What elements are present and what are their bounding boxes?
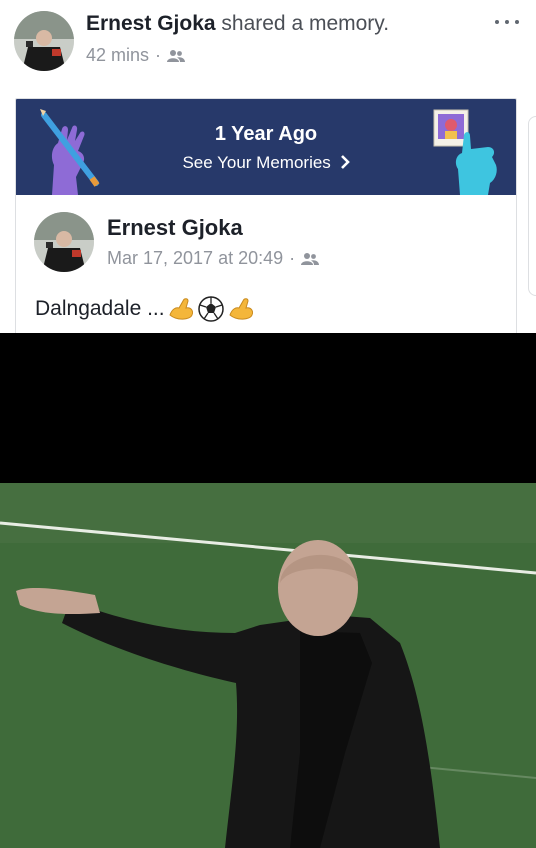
author-avatar[interactable] bbox=[14, 11, 74, 71]
meta-separator: · bbox=[289, 248, 296, 268]
more-options-icon[interactable] bbox=[492, 10, 522, 34]
share-action-text: shared a memory. bbox=[221, 12, 390, 35]
hand-with-photo-icon bbox=[433, 109, 497, 195]
post-meta: 42 mins · bbox=[86, 45, 186, 66]
memories-banner[interactable]: 1 Year Ago See Your Memories bbox=[16, 99, 516, 195]
friends-icon bbox=[167, 49, 186, 62]
post-time[interactable]: 42 mins bbox=[86, 45, 149, 66]
post-header: Ernest Gjoka shared a memory. 42 mins · bbox=[0, 0, 536, 86]
author-name[interactable]: Ernest Gjoka bbox=[86, 12, 216, 35]
memory-card[interactable]: 1 Year Ago See Your Memories Ernest Gjok… bbox=[15, 98, 517, 338]
friends-icon bbox=[301, 252, 320, 265]
original-author-avatar[interactable] bbox=[34, 212, 94, 272]
flexed-biceps-emoji bbox=[169, 298, 193, 320]
chevron-right-icon bbox=[340, 155, 350, 169]
original-post-meta: Mar 17, 2017 at 20:49 · bbox=[107, 248, 320, 269]
post-text: Dalngadale ... bbox=[35, 295, 255, 323]
see-memories-label: See Your Memories bbox=[182, 153, 331, 172]
meta-separator: · bbox=[155, 45, 162, 65]
original-author-name[interactable]: Ernest Gjoka bbox=[107, 215, 243, 241]
soccer-ball-emoji bbox=[197, 296, 224, 322]
share-headline: Ernest Gjoka shared a memory. bbox=[86, 12, 389, 36]
next-card-edge bbox=[528, 116, 536, 296]
original-post-timestamp[interactable]: Mar 17, 2017 at 20:49 bbox=[107, 248, 283, 269]
hand-with-pencil-icon bbox=[40, 109, 100, 195]
post-photo[interactable] bbox=[0, 333, 536, 848]
flexed-biceps-emoji bbox=[229, 298, 253, 320]
post-text-content: Dalngadale ... bbox=[35, 297, 165, 320]
